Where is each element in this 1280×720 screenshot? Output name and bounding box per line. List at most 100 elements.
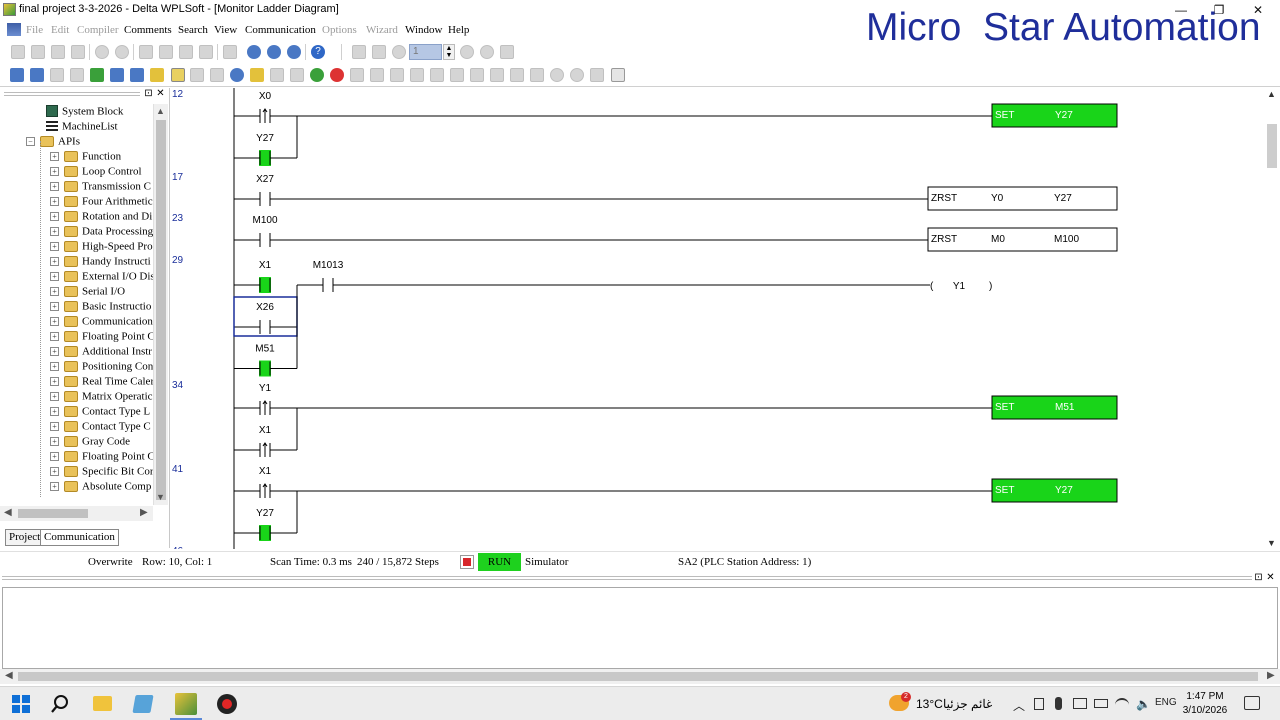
scroll-left-icon[interactable]: ◀: [4, 507, 12, 518]
microphone-icon[interactable]: [1055, 697, 1062, 710]
print-icon[interactable]: [71, 45, 85, 59]
output-close-button[interactable]: ✕: [1265, 573, 1276, 584]
expand-icon[interactable]: +: [50, 166, 59, 176]
expand-icon[interactable]: +: [50, 451, 59, 461]
battery-icon[interactable]: [1094, 699, 1108, 708]
tree-item[interactable]: + Handy Instructi: [50, 255, 151, 270]
tree-item[interactable]: + Gray Code: [50, 435, 130, 450]
refresh-icon[interactable]: [480, 45, 494, 59]
collapse-icon[interactable]: −: [26, 136, 35, 146]
expand-icon[interactable]: +: [50, 256, 59, 266]
scrollbar-thumb[interactable]: [18, 509, 88, 518]
tree-item[interactable]: + Transmission C: [50, 180, 151, 195]
paste-icon[interactable]: [179, 45, 193, 59]
tree-horizontal-scrollbar[interactable]: ◀ ▶: [0, 506, 153, 521]
tree-vertical-scrollbar[interactable]: ▲ ▼: [153, 104, 168, 505]
tree-item[interactable]: + Basic Instructio: [50, 300, 151, 315]
save-icon[interactable]: [51, 45, 65, 59]
tree-item[interactable]: + Floating Point C: [50, 330, 153, 345]
menu-view[interactable]: View: [214, 24, 237, 36]
zoom-out-icon[interactable]: [287, 45, 301, 59]
expand-icon[interactable]: +: [50, 211, 59, 221]
ladder-monitor-icon[interactable]: [611, 68, 625, 82]
expand-icon[interactable]: +: [50, 301, 59, 311]
expand-icon[interactable]: +: [50, 361, 59, 371]
document-menu-icon[interactable]: [7, 23, 21, 36]
tree-item[interactable]: + Additional Instr: [50, 345, 152, 360]
output-float-button[interactable]: ⊡: [1253, 573, 1264, 584]
comment-icon[interactable]: [70, 68, 84, 82]
tree-item[interactable]: + Positioning Con: [50, 360, 153, 375]
tree-item[interactable]: MachineList: [46, 120, 118, 135]
ladder-vertical-scrollbar[interactable]: ▲ ▼: [1265, 88, 1280, 549]
search-device-icon[interactable]: [550, 68, 564, 82]
open-file-icon[interactable]: [31, 45, 45, 59]
scroll-right-icon[interactable]: ▶: [1267, 670, 1275, 681]
scroll-up-icon[interactable]: ▲: [1267, 89, 1276, 99]
expand-icon[interactable]: +: [50, 316, 59, 326]
panel-close-button[interactable]: ✕: [155, 89, 166, 100]
language-indicator[interactable]: ENG: [1155, 697, 1177, 708]
expand-icon[interactable]: +: [50, 436, 59, 446]
monitor-table-icon[interactable]: [190, 68, 204, 82]
tray-app-icon[interactable]: [1073, 698, 1087, 709]
menu-file[interactable]: File: [26, 24, 43, 36]
tree-item[interactable]: + Specific Bit Cor: [50, 465, 153, 480]
file-explorer-icon[interactable]: [93, 696, 112, 711]
weather-condition[interactable]: غائم جزئيا: [943, 697, 992, 711]
online-edit-icon[interactable]: [250, 68, 264, 82]
tree-item[interactable]: − APIs: [26, 135, 80, 150]
expand-icon[interactable]: +: [50, 391, 59, 401]
temperature[interactable]: 13°C: [916, 697, 943, 711]
expand-icon[interactable]: +: [50, 271, 59, 281]
wplsoft-taskbar-icon[interactable]: [175, 693, 197, 715]
expand-icon[interactable]: +: [50, 226, 59, 236]
tree-item[interactable]: + Loop Control: [50, 165, 142, 180]
menu-help[interactable]: Help: [448, 24, 469, 36]
find-icon[interactable]: [223, 45, 237, 59]
tray-device-icon[interactable]: [1034, 698, 1044, 710]
scroll-down-icon[interactable]: ▼: [1267, 538, 1276, 548]
download-icon[interactable]: [372, 45, 386, 59]
tree-item[interactable]: + Function: [50, 150, 121, 165]
grid-icon[interactable]: [270, 68, 284, 82]
zoom-in-icon[interactable]: [267, 45, 281, 59]
menu-search[interactable]: Search: [178, 24, 208, 36]
tree-item[interactable]: + Rotation and Di: [50, 210, 152, 225]
new-file-icon[interactable]: [11, 45, 25, 59]
run-mode-icon[interactable]: [500, 45, 514, 59]
tree-item[interactable]: + Real Time Caler: [50, 375, 153, 390]
zoom-level-input[interactable]: 1: [409, 44, 442, 60]
tree-item[interactable]: + Four Arithmetic: [50, 195, 153, 210]
delete-icon[interactable]: [199, 45, 213, 59]
expand-icon[interactable]: +: [50, 376, 59, 386]
pinned-app-icon[interactable]: [132, 695, 154, 713]
table-icon[interactable]: [130, 68, 144, 82]
monitor-device-icon[interactable]: [210, 68, 224, 82]
contact-icon[interactable]: [350, 68, 364, 82]
expand-icon[interactable]: +: [50, 181, 59, 191]
bookmark-icon[interactable]: [590, 68, 604, 82]
tree-item[interactable]: + Absolute Comp: [50, 480, 151, 495]
expand-icon[interactable]: +: [50, 481, 59, 491]
tree-item[interactable]: + Floating Point C: [50, 450, 153, 465]
scrollbar-thumb[interactable]: [156, 120, 166, 500]
expand-icon[interactable]: +: [50, 406, 59, 416]
menu-window[interactable]: Window: [405, 24, 442, 36]
insert-column-icon[interactable]: [490, 68, 504, 82]
expand-icon[interactable]: +: [50, 241, 59, 251]
upload-icon[interactable]: [352, 45, 366, 59]
tab-project[interactable]: Project: [5, 529, 45, 546]
screen-recorder-icon[interactable]: [217, 694, 237, 714]
panel-float-button[interactable]: ⊡: [143, 89, 154, 100]
menu-wizard[interactable]: Wizard: [366, 24, 398, 36]
expand-icon[interactable]: +: [50, 196, 59, 206]
line-icon[interactable]: [410, 68, 424, 82]
ladder-canvas[interactable]: 12 17 23 29 34 41 46 X0 Y27 SET Y27 X27 ZRST Y0 Y27 M10…: [170, 88, 1265, 549]
tree-item[interactable]: + High-Speed Pro: [50, 240, 153, 255]
monitor-on-icon[interactable]: [171, 68, 185, 82]
pin-icon[interactable]: [230, 68, 244, 82]
tree-item[interactable]: + Contact Type C: [50, 420, 151, 435]
tree-item[interactable]: + Communication: [50, 315, 153, 330]
delete-row-icon[interactable]: [470, 68, 484, 82]
